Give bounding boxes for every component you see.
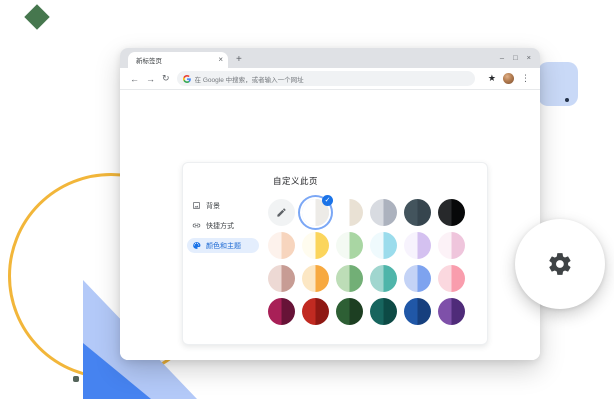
theme-swatch[interactable] (404, 199, 431, 226)
theme-swatch[interactable] (302, 298, 329, 325)
theme-swatch[interactable] (268, 298, 295, 325)
sidebar-item-color-theme[interactable]: 颜色和主题 (187, 238, 259, 253)
browser-window: 新标签页 × + – □ × ← → ↻ 在 Google 中搜索，或者输入一个… (120, 48, 540, 360)
theme-swatch[interactable] (404, 232, 431, 259)
theme-swatch[interactable] (370, 232, 397, 259)
tab-title: 新标签页 (128, 55, 162, 65)
address-bar[interactable]: 在 Google 中搜索，或者输入一个网址 (177, 71, 475, 86)
google-g-icon (183, 75, 191, 83)
maximize-button[interactable]: □ (513, 53, 518, 62)
theme-swatch-selected[interactable]: ✓ (302, 199, 329, 226)
theme-swatch[interactable] (438, 232, 465, 259)
theme-swatch[interactable] (268, 232, 295, 259)
theme-swatch[interactable] (370, 199, 397, 226)
sidebar-item-shortcuts[interactable]: 快捷方式 (187, 218, 259, 233)
illustration-canvas: 新标签页 × + – □ × ← → ↻ 在 Google 中搜索，或者输入一个… (0, 0, 614, 413)
tiny-dot-decoration (565, 98, 569, 102)
back-icon[interactable]: ← (130, 74, 139, 84)
theme-swatch[interactable] (336, 232, 363, 259)
dialog-sidebar: 背景 快捷方式 颜色和主题 (187, 198, 259, 258)
minimize-button[interactable]: – (500, 53, 504, 62)
image-icon (192, 201, 201, 210)
window-close-button[interactable]: × (527, 53, 531, 62)
theme-swatch[interactable] (438, 265, 465, 292)
sidebar-item-background[interactable]: 背景 (187, 198, 259, 213)
browser-tab[interactable]: 新标签页 × (128, 52, 228, 68)
new-tab-button[interactable]: + (236, 52, 242, 68)
theme-swatch[interactable] (370, 265, 397, 292)
page-content: 自定义此页 背景 快捷方式 (120, 90, 540, 360)
tab-strip: 新标签页 × + – □ × (120, 48, 540, 68)
theme-swatch[interactable] (336, 298, 363, 325)
blue-rounded-square-decoration (538, 62, 578, 106)
sidebar-item-label: 背景 (206, 201, 220, 211)
custom-color-picker-swatch[interactable] (268, 199, 295, 226)
address-placeholder: 在 Google 中搜索，或者输入一个网址 (195, 74, 304, 84)
theme-swatch[interactable] (268, 265, 295, 292)
theme-swatch[interactable] (438, 199, 465, 226)
sidebar-item-label: 快捷方式 (206, 221, 234, 231)
selected-check-badge: ✓ (322, 195, 333, 206)
settings-fab[interactable] (515, 219, 605, 309)
theme-swatch[interactable] (336, 265, 363, 292)
theme-swatch[interactable] (404, 298, 431, 325)
browser-toolbar: ← → ↻ 在 Google 中搜索，或者输入一个网址 ★ ⋮ (120, 68, 540, 90)
dark-dot-decoration (73, 376, 79, 382)
menu-kebab-icon[interactable]: ⋮ (521, 73, 530, 84)
profile-avatar[interactable] (503, 73, 514, 84)
gear-icon (547, 251, 573, 277)
theme-grid: ✓ (268, 199, 465, 325)
toolbar-right-icons: ★ ⋮ (488, 73, 530, 84)
theme-swatch[interactable] (302, 232, 329, 259)
customize-dialog: 自定义此页 背景 快捷方式 (182, 162, 488, 345)
theme-swatch[interactable] (438, 298, 465, 325)
reload-icon[interactable]: ↻ (162, 73, 170, 84)
forward-icon[interactable]: → (146, 74, 155, 84)
theme-swatch[interactable] (404, 265, 431, 292)
palette-icon (192, 241, 201, 250)
bookmark-star-icon[interactable]: ★ (488, 73, 496, 84)
link-icon (192, 221, 201, 230)
dialog-title: 自定义此页 (273, 175, 318, 187)
tab-close-icon[interactable]: × (218, 55, 223, 65)
sidebar-item-label: 颜色和主题 (206, 241, 241, 251)
pencil-icon (276, 207, 287, 218)
theme-swatch[interactable] (336, 199, 363, 226)
window-controls: – □ × (500, 53, 531, 62)
theme-swatch[interactable] (370, 298, 397, 325)
green-diamond-decoration (24, 4, 49, 29)
theme-swatch[interactable] (302, 265, 329, 292)
